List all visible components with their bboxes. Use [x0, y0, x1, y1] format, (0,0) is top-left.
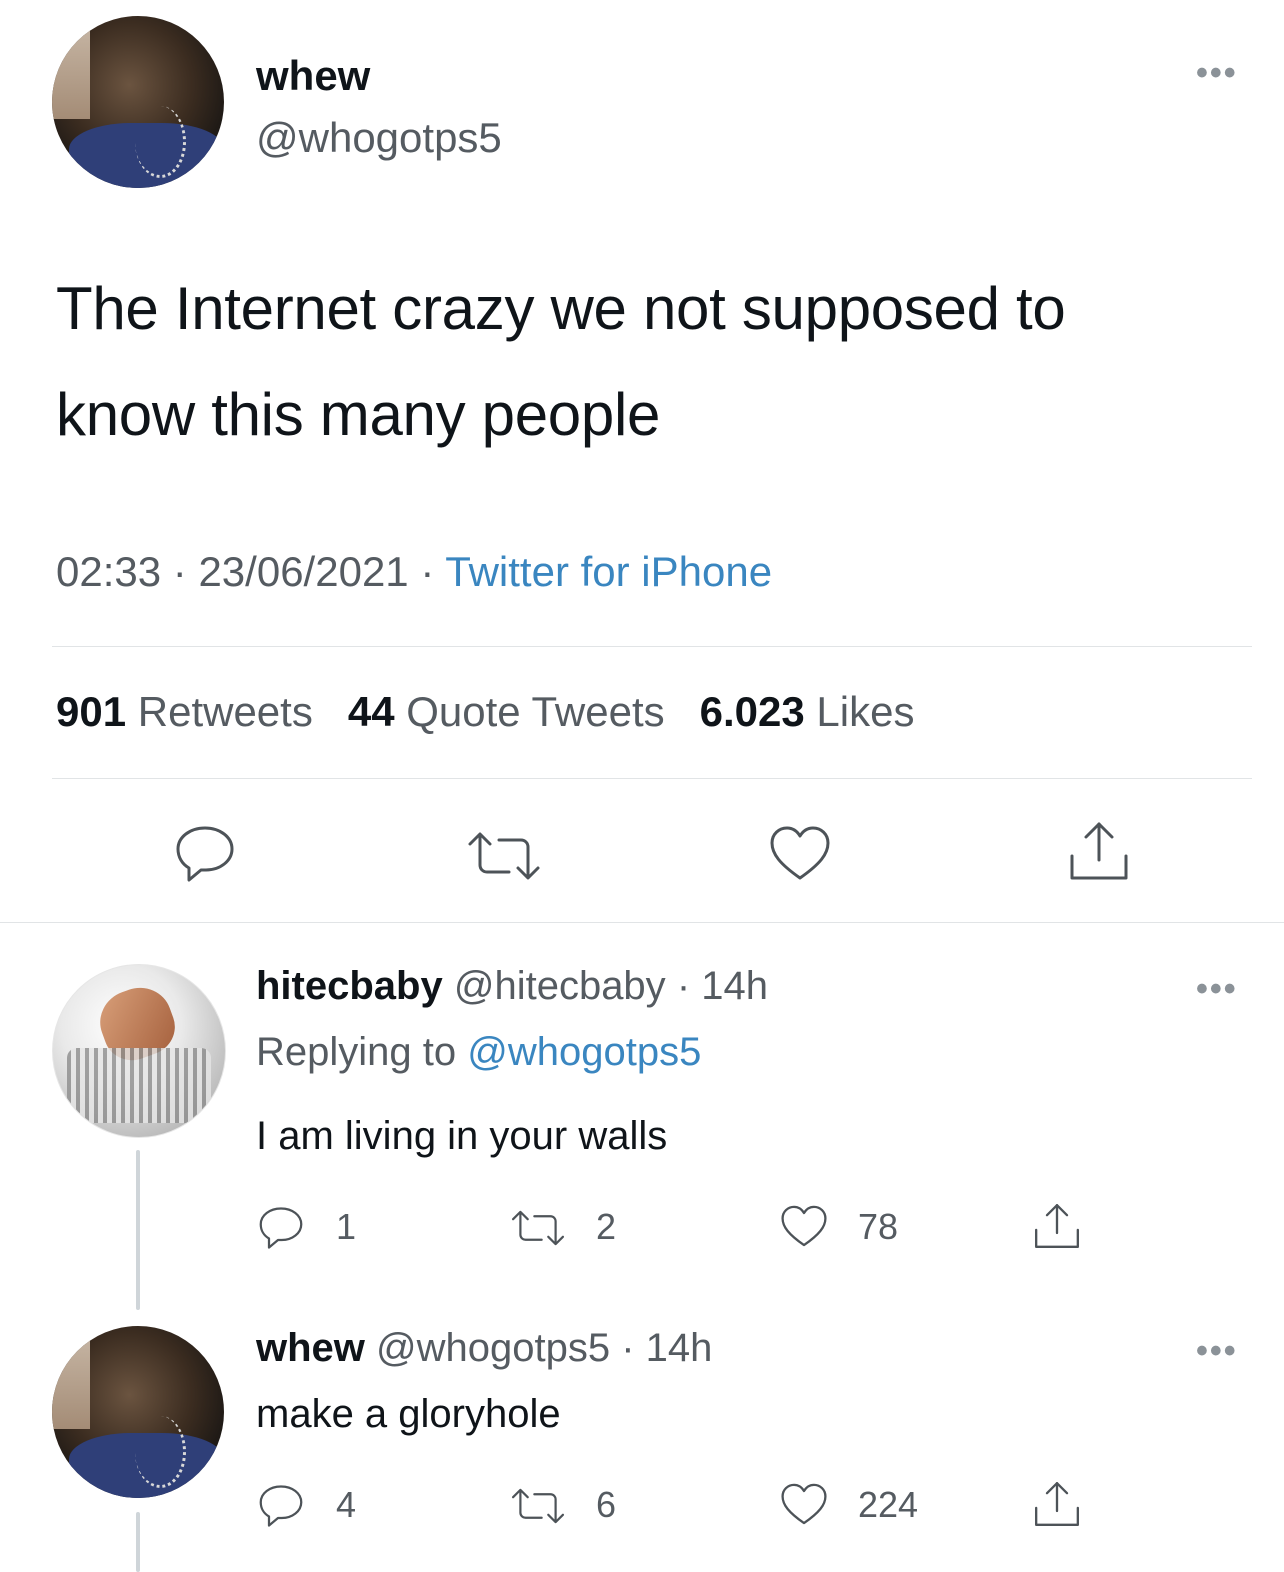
reply-icon[interactable] [256, 1204, 306, 1252]
reply2-time: · 14h [621, 1326, 713, 1370]
meta-separator: · [420, 548, 435, 595]
reply1-author-name[interactable]: hitecbaby [256, 964, 443, 1008]
retweets-stat[interactable]: 901 Retweets [56, 688, 313, 735]
thread-line [136, 1512, 140, 1572]
tweet-source-link[interactable]: Twitter for iPhone [445, 548, 772, 595]
reply2-reply-count: 4 [336, 1484, 357, 1525]
share-icon[interactable] [1030, 1200, 1084, 1252]
tweet-time: 02:33 [56, 548, 162, 595]
share-icon[interactable] [1030, 1478, 1084, 1530]
divider [52, 646, 1252, 647]
reply1-retweet-count: 2 [596, 1206, 617, 1247]
reply2-author-handle[interactable]: @whogotps5 [376, 1326, 610, 1370]
reply2-more-icon[interactable]: ••• [1196, 1332, 1238, 1371]
main-tweet-text-line2: know this many people [56, 381, 661, 448]
reply2-retweet-count: 6 [596, 1484, 617, 1525]
meta-separator: · [172, 548, 187, 595]
quotes-count: 44 [347, 688, 395, 735]
main-author-avatar[interactable] [52, 16, 224, 188]
main-tweet-text-line1: The Internet crazy we not supposed to [56, 275, 1066, 342]
reply2-like-count: 224 [858, 1484, 919, 1525]
quotes-stat[interactable]: 44 Quote Tweets [348, 688, 665, 735]
reply1-author-avatar[interactable] [52, 964, 226, 1138]
tweet-stats: 901 Retweets 44 Quote Tweets 6.023 Likes [56, 688, 914, 736]
likes-stat[interactable]: 6.023 Likes [700, 688, 915, 735]
reply1-author-handle[interactable]: @hitecbaby [454, 964, 666, 1008]
reply2-header: whew @whogotps5 · 14h [256, 1326, 712, 1371]
reply2-text: make a gloryhole [256, 1392, 561, 1436]
reply-icon[interactable] [256, 1482, 306, 1530]
retweets-count: 901 [56, 688, 127, 735]
replying-handle-link[interactable]: @whogotps5 [467, 1030, 701, 1074]
likes-count: 6.023 [699, 688, 805, 735]
thread-line [136, 1150, 140, 1310]
main-more-icon[interactable]: ••• [1196, 54, 1238, 93]
like-icon[interactable] [778, 1480, 830, 1528]
tweet-date: 23/06/2021 [198, 548, 409, 595]
main-author-handle[interactable]: @whogotps5 [256, 114, 502, 162]
retweet-icon[interactable] [508, 1484, 568, 1528]
retweet-icon[interactable] [508, 1206, 568, 1250]
main-author-name[interactable]: whew [256, 52, 370, 100]
reply1-reply-count: 1 [336, 1206, 357, 1247]
divider [52, 778, 1252, 779]
divider [0, 922, 1284, 923]
retweets-label: Retweets [137, 688, 313, 735]
reply-icon[interactable] [172, 822, 238, 886]
reply1-more-icon[interactable]: ••• [1196, 970, 1238, 1009]
reply2-author-name[interactable]: whew [256, 1326, 365, 1370]
like-icon[interactable] [778, 1202, 830, 1250]
reply1-header: hitecbaby @hitecbaby · 14h [256, 964, 768, 1009]
likes-label: Likes [816, 688, 915, 735]
reply1-replying-to: Replying to @whogotps5 [256, 1030, 701, 1075]
share-icon[interactable] [1064, 818, 1134, 884]
reply2-author-avatar[interactable] [52, 1326, 224, 1498]
tweet-meta: 02:33 · 23/06/2021 · Twitter for iPhone [56, 548, 772, 596]
quotes-label: Quote Tweets [406, 688, 665, 735]
reply1-text: I am living in your walls [256, 1114, 668, 1158]
like-icon[interactable] [766, 822, 834, 884]
reply1-time: · 14h [676, 964, 768, 1008]
replying-prefix: Replying to [256, 1030, 457, 1074]
reply1-like-count: 78 [858, 1206, 899, 1247]
retweet-icon[interactable] [464, 826, 544, 886]
